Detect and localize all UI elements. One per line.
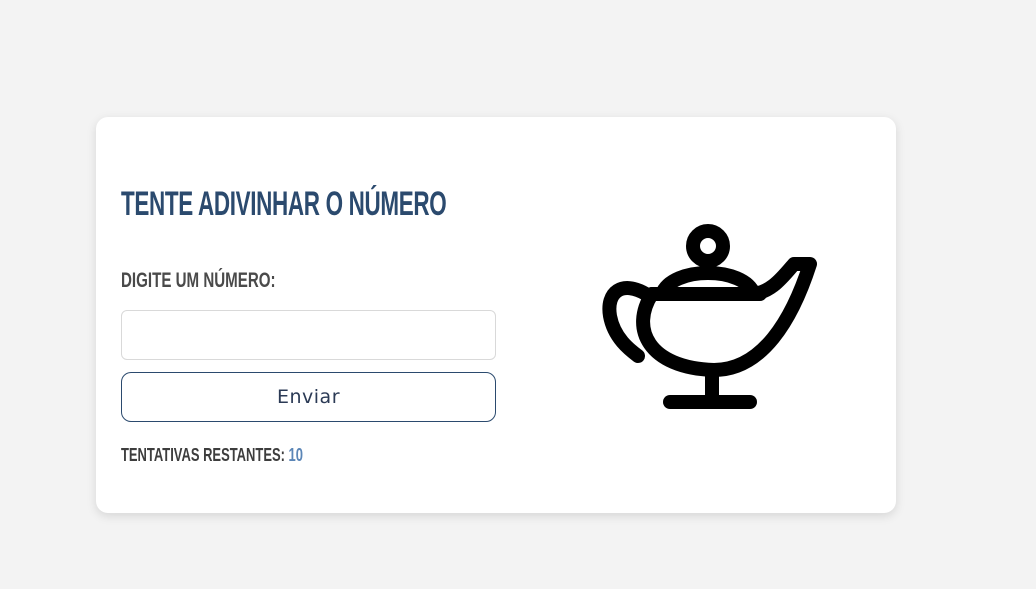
number-input-label: Digite um número: [121,269,276,292]
submit-button[interactable]: Enviar [121,372,496,422]
game-card: Tente adivinhar o número Digite um númer… [96,117,896,513]
attempts-count: 10 [288,445,303,465]
attempts-remaining: Tentativas restantes: 10 [121,444,303,466]
page-title: Tente adivinhar o número [121,185,447,223]
number-input[interactable] [121,310,496,360]
magic-lamp-icon [602,224,817,409]
attempts-label: Tentativas restantes: [121,445,285,465]
